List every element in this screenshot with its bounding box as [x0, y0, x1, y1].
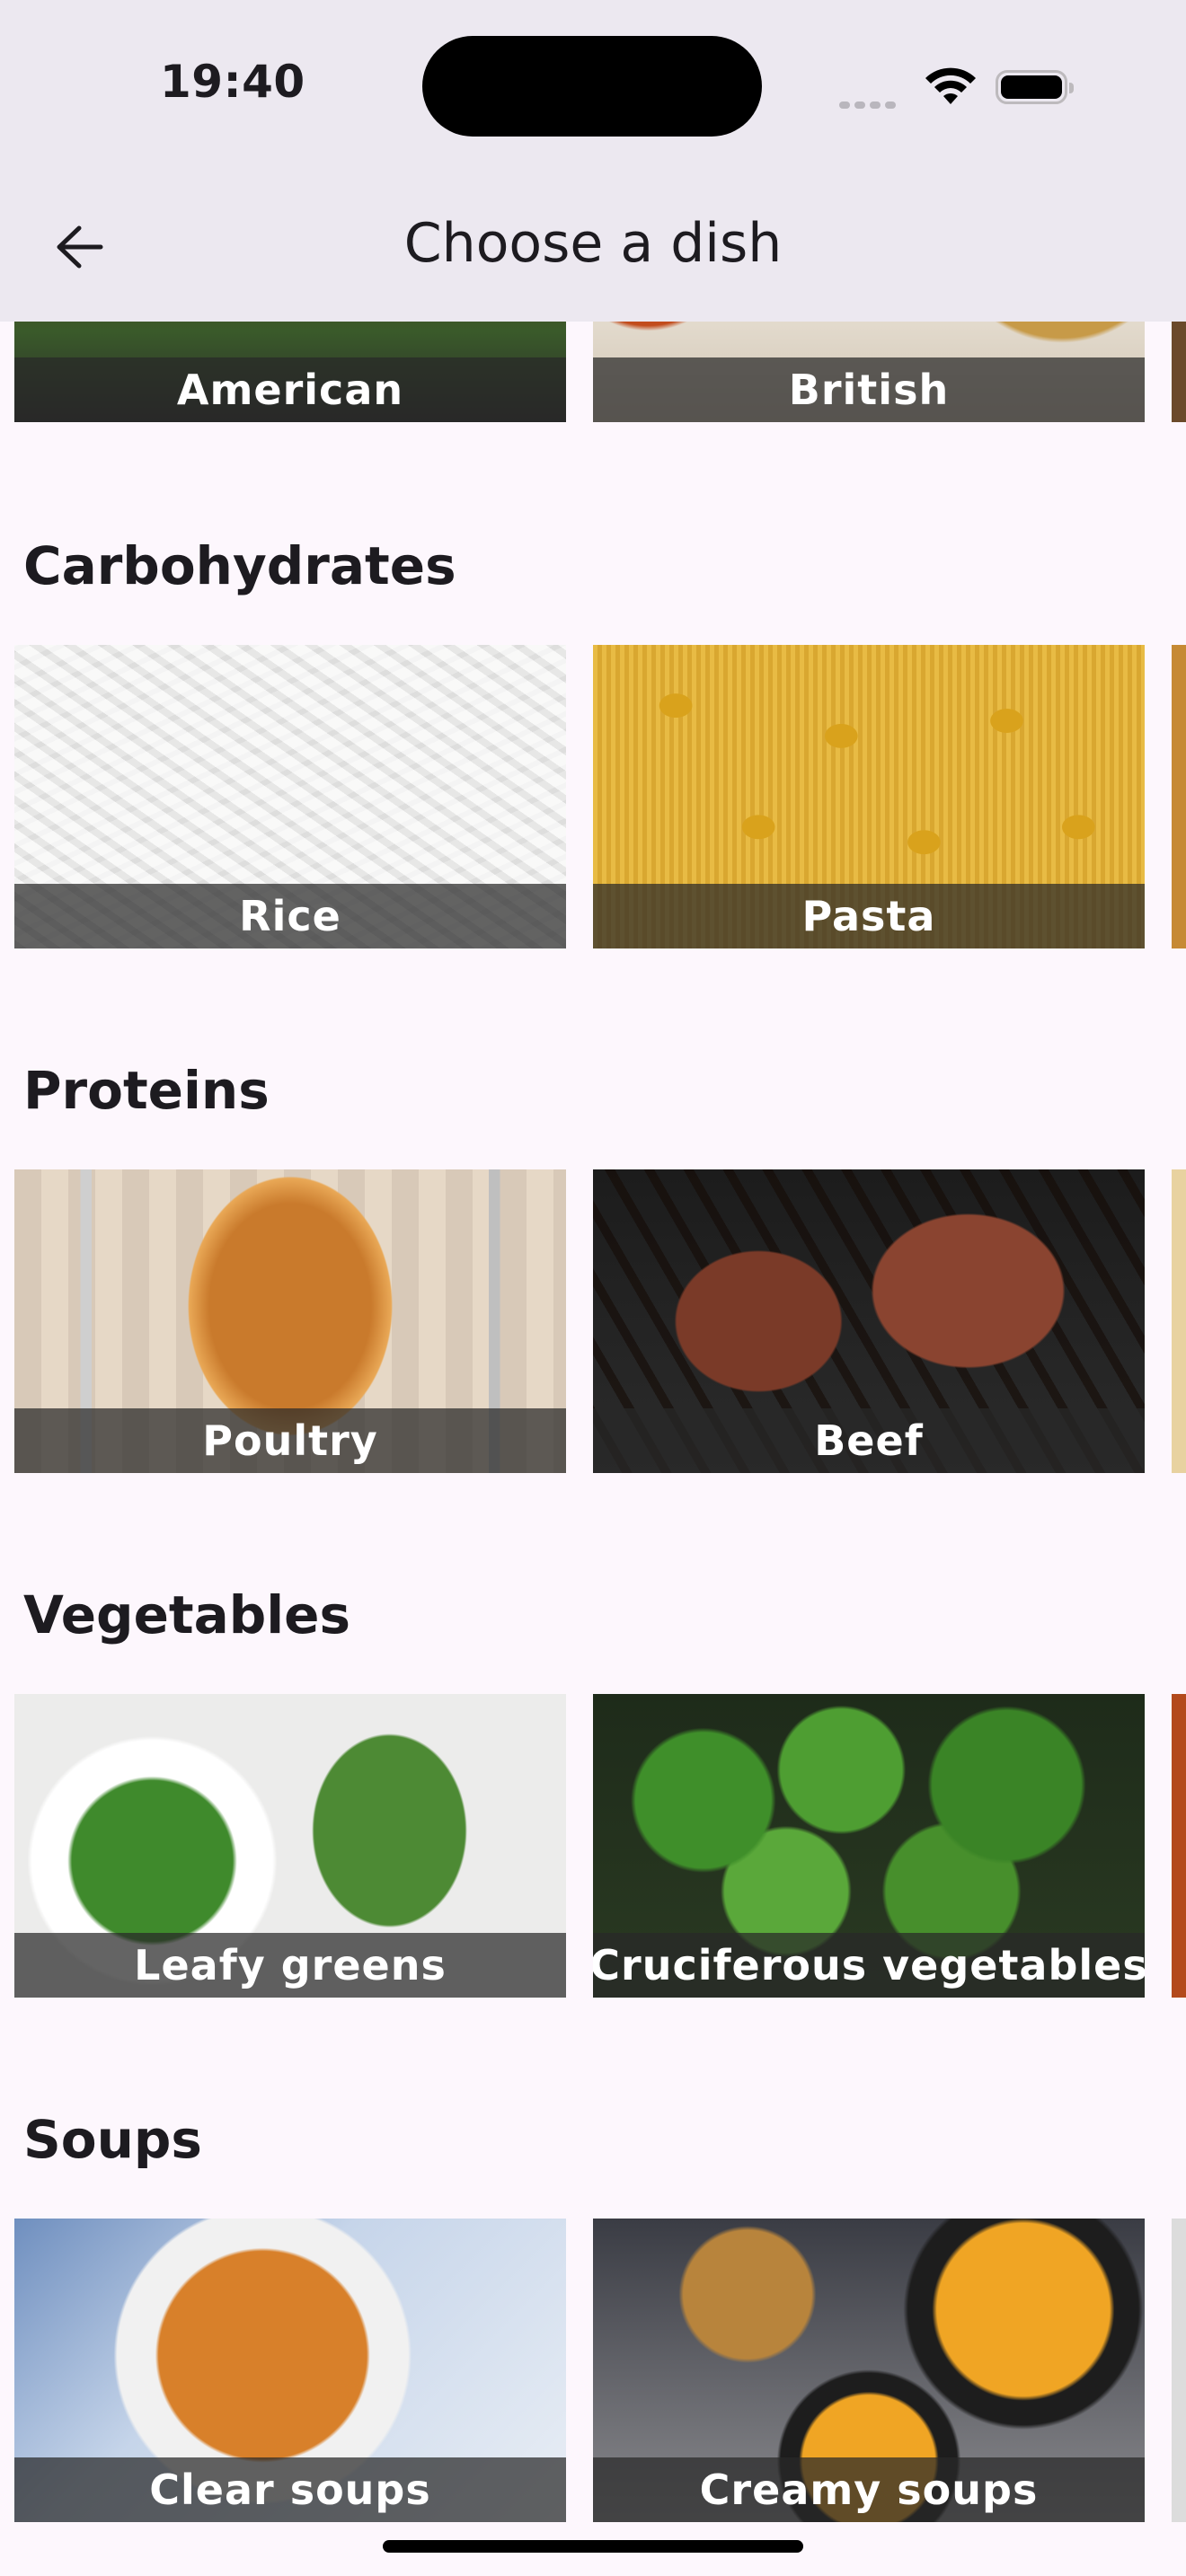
home-indicator[interactable]: [383, 2540, 803, 2553]
label-bar: Clear soups: [14, 2457, 566, 2522]
dish-label: Clear soups: [149, 2466, 431, 2514]
dish-card-next-peek[interactable]: [1172, 1694, 1186, 1998]
dish-card-poultry[interactable]: Poultry: [14, 1169, 566, 1473]
label-bar: American: [14, 357, 566, 422]
dish-label: British: [788, 366, 950, 414]
dish-card-next-peek[interactable]: [1172, 1169, 1186, 1473]
label-bar: Leafy greens: [14, 1933, 566, 1998]
label-bar: Pasta: [593, 884, 1145, 948]
dish-label: Cruciferous vegetables: [593, 1941, 1145, 1989]
dish-label: Creamy soups: [699, 2466, 1039, 2514]
label-bar: Rice: [14, 884, 566, 948]
dish-card-next-peek[interactable]: [1172, 645, 1186, 948]
dish-list[interactable]: American British Carbohydrates Rice Past…: [0, 0, 1186, 2576]
dish-card-rice[interactable]: Rice: [14, 645, 566, 948]
status-icons: [839, 65, 1082, 110]
dish-label: Leafy greens: [134, 1941, 447, 1989]
wifi-icon: [925, 67, 976, 104]
cellular-signal-icon: [839, 95, 900, 112]
dish-label: Beef: [814, 1416, 924, 1465]
label-bar: Beef: [593, 1408, 1145, 1473]
dish-card-leafy-greens[interactable]: Leafy greens: [14, 1694, 566, 1998]
label-bar: Cruciferous vegetables: [593, 1933, 1145, 1998]
status-time: 19:40: [160, 56, 305, 108]
dish-card-creamy-soups[interactable]: Creamy soups: [593, 2219, 1145, 2522]
dish-card-next-peek[interactable]: [1172, 2219, 1186, 2522]
dish-label: American: [176, 366, 404, 414]
app-bar: 19:40 Choose a dish: [0, 0, 1186, 322]
dish-card-cruciferous-vegetables[interactable]: Cruciferous vegetables: [593, 1694, 1145, 1998]
dish-card-clear-soups[interactable]: Clear soups: [14, 2219, 566, 2522]
dish-label: Poultry: [202, 1416, 378, 1465]
dynamic-island: [422, 36, 762, 137]
dish-card-pasta[interactable]: Pasta: [593, 645, 1145, 948]
dish-card-beef[interactable]: Beef: [593, 1169, 1145, 1473]
page-title: Choose a dish: [403, 212, 783, 275]
label-bar: Creamy soups: [593, 2457, 1145, 2522]
battery-icon: [996, 70, 1074, 104]
section-title-carbohydrates: Carbohydrates: [23, 535, 456, 596]
label-bar: British: [593, 357, 1145, 422]
label-bar: Poultry: [14, 1408, 566, 1473]
dish-label: Rice: [239, 892, 341, 940]
section-title-vegetables: Vegetables: [23, 1584, 351, 1645]
section-title-proteins: Proteins: [23, 1060, 270, 1121]
section-title-soups: Soups: [23, 2109, 202, 2170]
dish-label: Pasta: [801, 892, 936, 940]
